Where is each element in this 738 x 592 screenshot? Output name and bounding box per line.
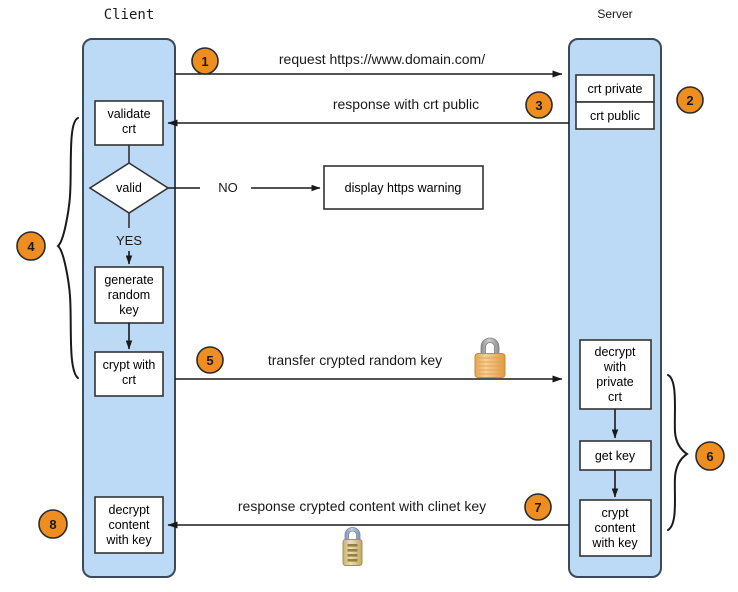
client-step-crypt-with-crt-line2: crt	[122, 373, 136, 387]
server-step-crt-private-label: crt private	[588, 82, 643, 96]
server-step-crypt-content-line1: crypt	[601, 506, 629, 520]
padlock-combination-icon	[342, 527, 363, 566]
message-label-transfer-key: transfer crypted random key	[268, 352, 442, 368]
server-step-decrypt-line2: with	[603, 360, 626, 374]
client-step-crypt-with-crt[interactable]: crypt with crt	[94, 351, 164, 397]
client-step-decrypt-content-line1: decrypt	[109, 503, 151, 517]
lane-title-client: Client	[104, 7, 155, 23]
badge-4: 4	[16, 231, 46, 261]
badge-3: 3	[525, 91, 553, 119]
badge-8: 8	[38, 509, 68, 539]
message-label-response-crt-public: response with crt public	[333, 96, 479, 112]
client-step-crypt-with-crt-line1: crypt with	[103, 358, 156, 372]
ssl-handshake-diagram: Client Server request https://www.domain…	[0, 0, 738, 592]
badge-3-number: 3	[535, 98, 542, 113]
brace-client-group	[56, 117, 79, 379]
badge-1: 1	[191, 47, 219, 75]
lane-title-server: Server	[597, 7, 632, 21]
server-step-get-key-label: get key	[595, 449, 636, 463]
external-box-display-https-warning[interactable]: display https warning	[323, 165, 484, 210]
server-step-crt-private[interactable]: crt private	[575, 74, 655, 103]
server-step-crt-public[interactable]: crt public	[575, 101, 655, 130]
badge-4-number: 4	[27, 239, 35, 254]
badge-1-number: 1	[201, 54, 208, 69]
server-step-crypt-content-with-key[interactable]: crypt content with key	[579, 499, 652, 557]
external-box-display-https-warning-label: display https warning	[345, 181, 462, 195]
message-label-response-content: response crypted content with clinet key	[238, 498, 486, 514]
badge-5: 5	[196, 346, 224, 374]
server-step-crypt-content-line2: content	[594, 521, 636, 535]
client-step-generate-random-key-line3: key	[119, 303, 139, 317]
client-step-validate-crt-line2: crt	[122, 122, 136, 136]
server-step-decrypt-with-private-crt[interactable]: decrypt with private crt	[579, 339, 652, 410]
badge-2: 2	[676, 86, 704, 114]
client-step-validate-crt[interactable]: validate crt	[94, 100, 164, 146]
branch-yes-label: YES	[116, 233, 142, 248]
client-step-generate-random-key[interactable]: generate random key	[94, 266, 164, 324]
badge-8-number: 8	[49, 517, 56, 532]
client-step-decrypt-content-line2: content	[108, 518, 150, 532]
client-step-generate-random-key-line2: random	[108, 288, 150, 302]
message-label-request: request https://www.domain.com/	[279, 51, 485, 67]
brace-server-group	[667, 374, 689, 531]
client-step-valid-decision-label: valid	[116, 181, 142, 195]
client-step-decrypt-content-with-key[interactable]: decrypt content with key	[94, 496, 164, 554]
server-step-crypt-content-line3: with key	[591, 536, 638, 550]
badge-7-number: 7	[534, 500, 541, 515]
diagram-canvas: Client Server request https://www.domain…	[16, 7, 725, 578]
badge-6: 6	[695, 441, 725, 471]
server-step-decrypt-line1: decrypt	[595, 345, 637, 359]
client-step-decrypt-content-line3: with key	[105, 533, 152, 547]
server-step-decrypt-line3: private	[596, 375, 634, 389]
server-step-decrypt-line4: crt	[608, 390, 622, 404]
badge-7: 7	[524, 493, 552, 521]
client-step-generate-random-key-line1: generate	[104, 273, 153, 287]
server-step-crt-public-label: crt public	[590, 109, 640, 123]
branch-no-label: NO	[218, 180, 238, 195]
badge-2-number: 2	[686, 93, 693, 108]
badge-5-number: 5	[206, 353, 213, 368]
padlock-closed-icon	[474, 337, 506, 378]
badge-6-number: 6	[706, 449, 713, 464]
client-step-validate-crt-line1: validate	[107, 107, 150, 121]
server-step-get-key[interactable]: get key	[579, 440, 652, 471]
